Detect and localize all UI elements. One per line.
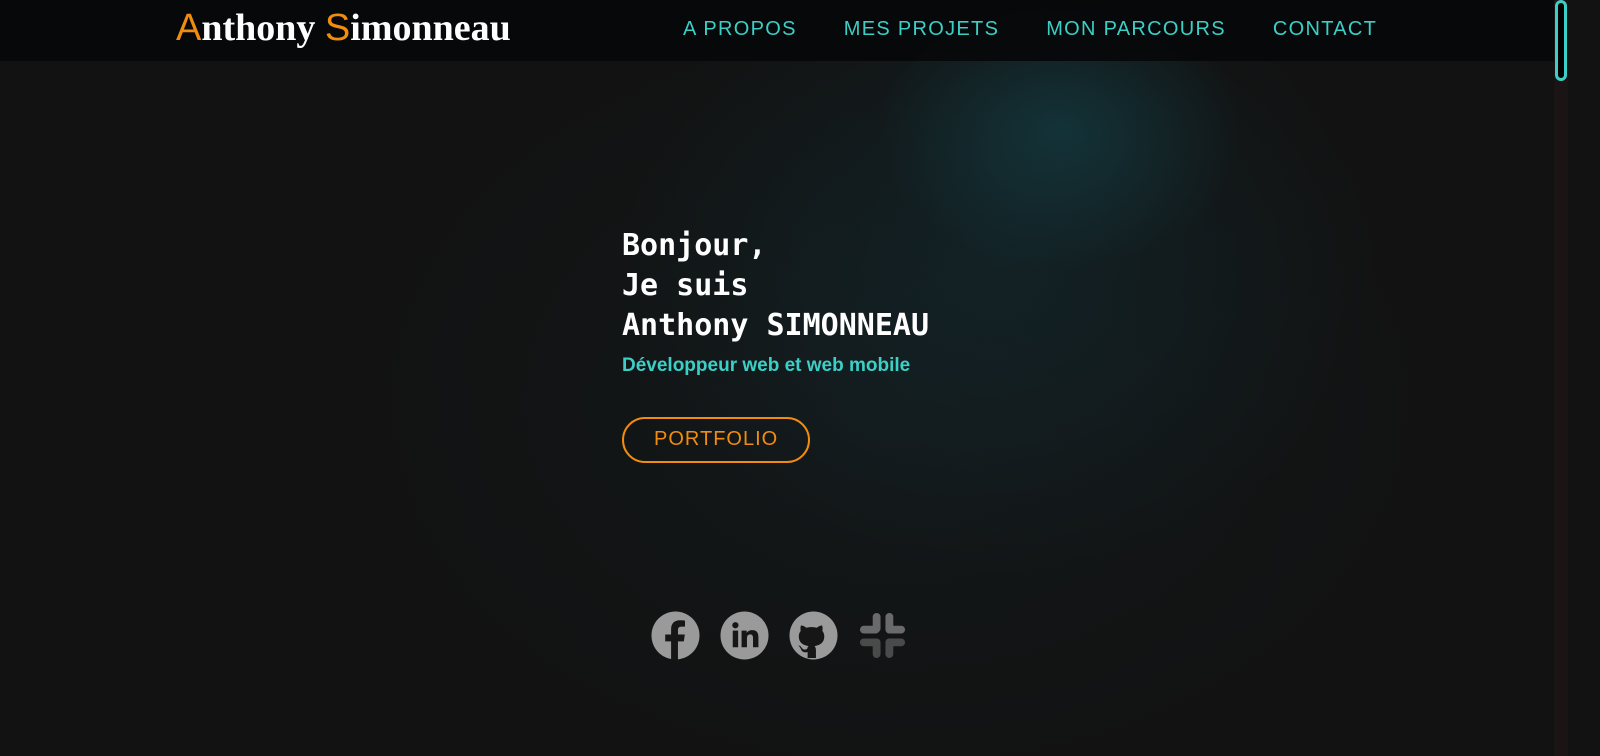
- scrollbar-thumb[interactable]: [1555, 0, 1567, 81]
- logo-last-name: imonneau: [350, 7, 511, 49]
- scrollbar[interactable]: [1554, 0, 1568, 756]
- slack-icon[interactable]: [858, 611, 907, 660]
- logo-first-name: nthony: [201, 7, 316, 49]
- nav-a-propos[interactable]: A PROPOS: [683, 18, 797, 41]
- hero-section: Bonjour, Je suis Anthony SIMONNEAU Dével…: [622, 226, 929, 463]
- portfolio-button[interactable]: PORTFOLIO: [622, 417, 811, 463]
- hero-line-1: Bonjour,: [622, 228, 767, 263]
- hero-line-3: Anthony SIMONNEAU: [622, 308, 930, 343]
- hero-heading: Bonjour, Je suis Anthony SIMONNEAU: [622, 226, 929, 346]
- logo-initial-s: S: [324, 7, 351, 49]
- github-icon[interactable]: [789, 611, 838, 660]
- facebook-icon[interactable]: [651, 611, 700, 660]
- linkedin-icon[interactable]: [720, 611, 769, 660]
- hero-subtitle: Développeur web et web mobile: [622, 355, 911, 376]
- social-links: [651, 611, 907, 660]
- nav-mes-projets[interactable]: MES PROJETS: [844, 18, 999, 41]
- navbar: Anthony Simonneau A PROPOS MES PROJETS M…: [0, 0, 1554, 61]
- hero-line-2: Je suis: [622, 268, 749, 303]
- nav-mon-parcours[interactable]: MON PARCOURS: [1046, 18, 1226, 41]
- logo-initial-a: A: [176, 7, 202, 49]
- nav-menu: A PROPOS MES PROJETS MON PARCOURS CONTAC…: [683, 18, 1424, 41]
- nav-contact[interactable]: CONTACT: [1273, 18, 1377, 41]
- site-logo[interactable]: Anthony Simonneau: [176, 6, 511, 50]
